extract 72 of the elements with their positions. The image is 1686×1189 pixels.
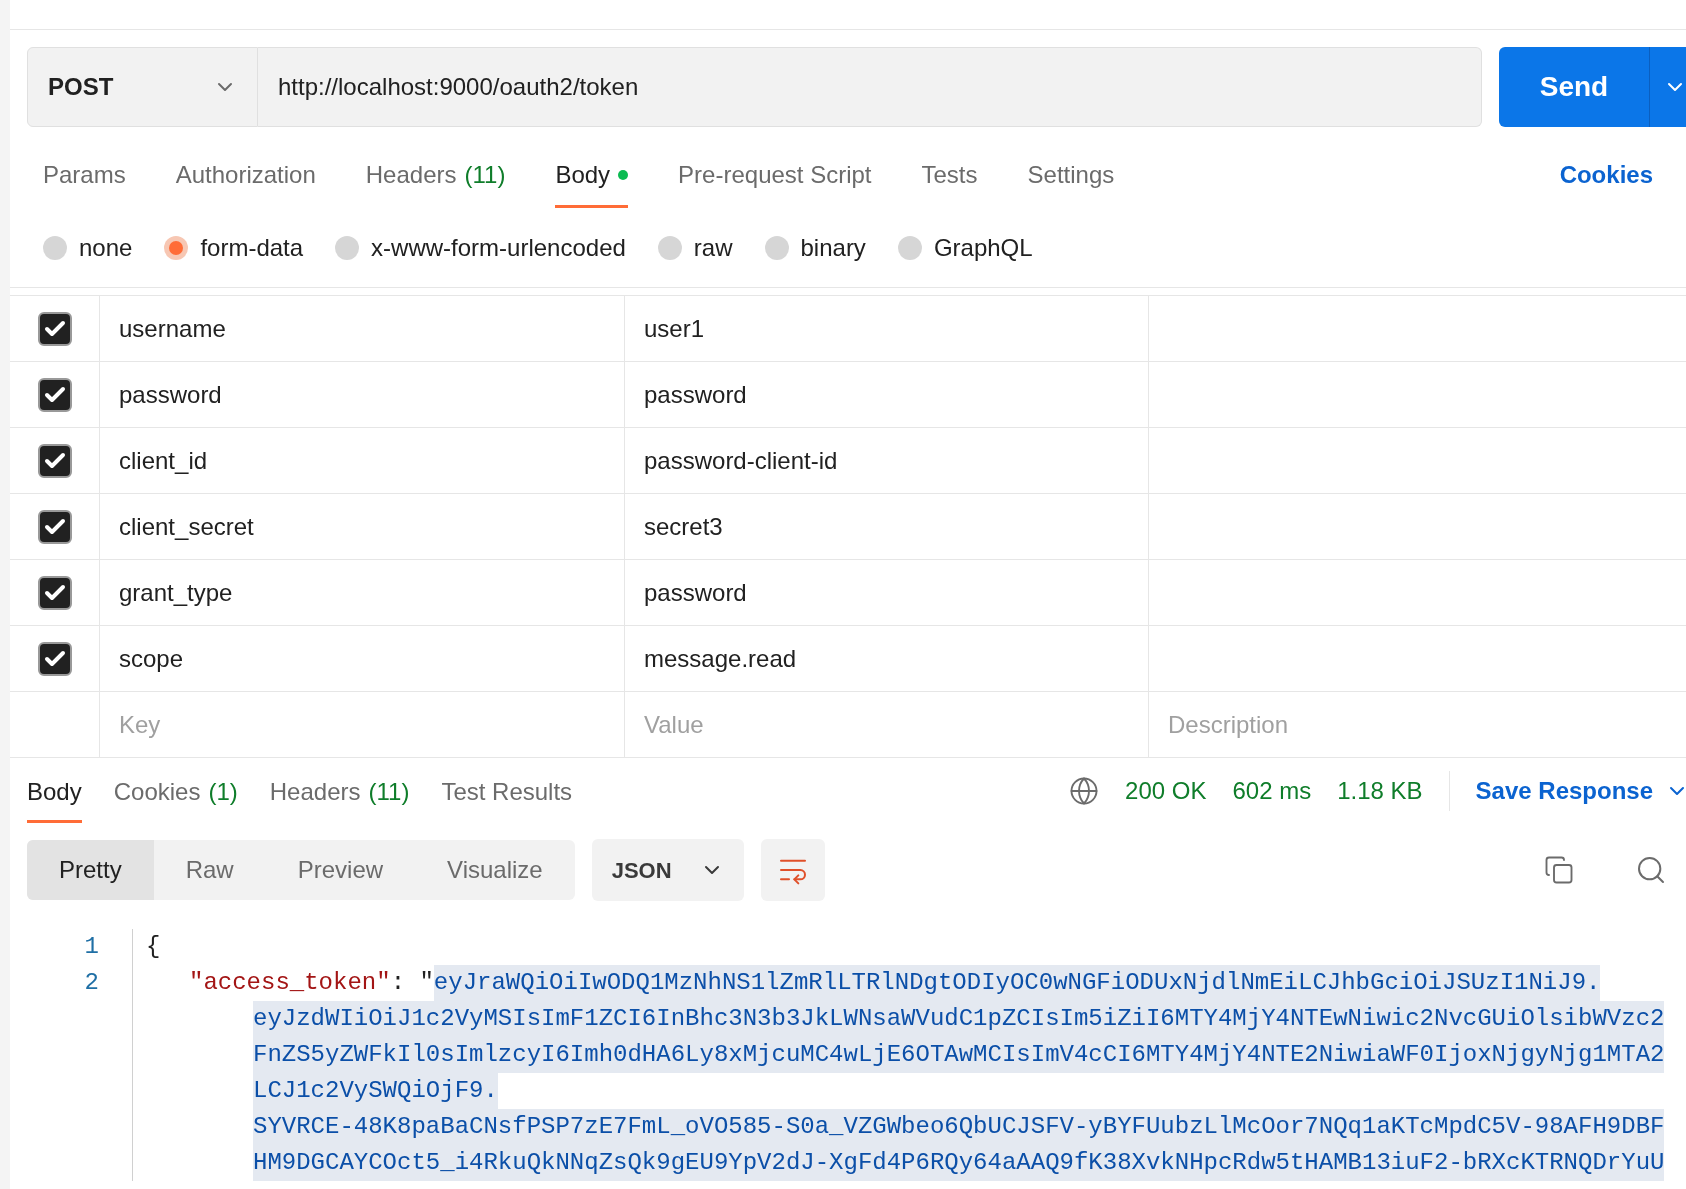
copy-icon[interactable]: [1544, 855, 1574, 885]
request-tab[interactable]: Pre-request Script: [678, 157, 872, 208]
wrap-lines-button[interactable]: [760, 839, 825, 901]
request-tab[interactable]: Settings: [1027, 157, 1115, 208]
save-response-button[interactable]: Save Response: [1475, 773, 1686, 809]
description-field[interactable]: Description: [1149, 692, 1686, 757]
param-key[interactable]: scope: [119, 640, 184, 677]
request-tab[interactable]: Tests: [921, 157, 978, 208]
checkbox[interactable]: [37, 377, 72, 412]
response-tab[interactable]: Cookies (1): [113, 774, 238, 823]
param-key[interactable]: client_id: [119, 442, 208, 479]
radio-button[interactable]: [657, 235, 682, 260]
param-value[interactable]: password-client-id: [644, 442, 838, 479]
radio-label: x-www-form-urlencoded: [371, 232, 626, 263]
param-value[interactable]: secret3: [644, 508, 723, 545]
radio-button[interactable]: [897, 235, 922, 260]
view-mode-tab[interactable]: Raw: [153, 840, 266, 900]
format-dropdown[interactable]: JSON: [591, 839, 744, 901]
value-field[interactable]: Value: [625, 692, 1148, 757]
radio-button[interactable]: [335, 235, 360, 260]
response-tab[interactable]: Test Results: [441, 774, 573, 823]
view-mode-tab[interactable]: Preview: [265, 840, 416, 900]
globe-icon[interactable]: [1069, 776, 1100, 806]
json-string: eyJzdWIiOiJ1c2VyMSIsImF1ZCI6InBhc3N3b3JkLWNsaWVudC1pZCIsIm5iZiI6MTY4MjY4NTEwNiwic2NvcGUiOlsibWVzc2: [253, 1001, 1665, 1037]
response-tab[interactable]: Headers (11): [269, 774, 410, 823]
request-tab[interactable]: Params: [43, 157, 126, 208]
cookies-link[interactable]: Cookies: [1559, 157, 1653, 208]
param-key[interactable]: password: [119, 376, 222, 413]
json-string: HM9DGCAYCOct5_i4RkuQkNNqZsQk9gEU9YpV2dJ-XgFd4P6RQy64aAAQ9fK38XvkNHpcRdw5tHAMB13iuF2-bRXcKTRNQDrYuU: [253, 1145, 1665, 1181]
checkbox[interactable]: [37, 575, 72, 610]
status-code: 200 OK: [1125, 776, 1207, 806]
response-tab[interactable]: Body: [27, 774, 82, 823]
json-string: SYVRCE-48K8paBaCNsfPSP7zE7FmL_oVO585-S0a_VZGWbeo6QbUCJSFV-yBYFUubzLlMcOor7NQq1aKTcMpdC5V-98AFH9DBF: [253, 1109, 1665, 1145]
param-value[interactable]: password: [644, 574, 747, 611]
radio-label: none: [79, 232, 133, 263]
json-brace: {: [146, 933, 161, 960]
radio-label: form-data: [200, 232, 304, 263]
param-key[interactable]: grant_type: [119, 574, 233, 611]
search-icon[interactable]: [1635, 854, 1667, 886]
checkbox[interactable]: [37, 311, 72, 346]
key-field[interactable]: Key: [100, 692, 624, 757]
json-string: LCJ1c2VySWQiOjF9.: [253, 1073, 498, 1109]
param-value[interactable]: password: [644, 376, 747, 413]
view-mode-tab[interactable]: Pretty: [27, 840, 154, 900]
radio-label: binary: [800, 232, 866, 263]
param-value[interactable]: user1: [644, 310, 705, 347]
checkbox[interactable]: [37, 509, 72, 544]
view-mode-tab[interactable]: Visualize: [415, 840, 575, 900]
url-field[interactable]: http://localhost:9000/oauth2/token: [258, 47, 1482, 127]
send-button[interactable]: Send: [1499, 47, 1649, 127]
json-string: FnZS5yZWFkIl0sImlzcyI6Imh0dHA6Ly8xMjcuMC4wLjE6OTAwMCIsImV4cCI6MTY4MjY4NTE2NiwiaWF0IjoxNjgyNjg1MTA2: [253, 1037, 1665, 1073]
line-number: 1: [83, 932, 100, 962]
param-key[interactable]: client_secret: [119, 508, 254, 545]
radio-button[interactable]: [764, 235, 789, 260]
radio-button[interactable]: [164, 235, 189, 260]
checkbox[interactable]: [37, 443, 72, 478]
response-time: 602 ms: [1232, 776, 1312, 806]
radio-label: GraphQL: [933, 232, 1033, 263]
radio-label: raw: [693, 232, 733, 263]
request-tab[interactable]: Headers (11): [365, 157, 506, 208]
radio-button[interactable]: [43, 235, 67, 260]
param-key[interactable]: username: [119, 310, 226, 347]
method-dropdown[interactable]: POST: [27, 47, 258, 127]
request-tab[interactable]: Body: [555, 157, 629, 208]
json-punctuation: : ": [390, 968, 434, 998]
json-string: eyJraWQiOiIwODQ1MzNhNS1lZmRlLTRlNDgtODIyOC0wNGFiODUxNjdlNmEiLCJhbGciOiJSUzI1NiJ9.: [433, 965, 1601, 1001]
line-number: 2: [83, 968, 100, 998]
checkbox[interactable]: [37, 641, 72, 676]
param-value[interactable]: message.read: [644, 640, 797, 677]
json-key: "access_token": [189, 965, 391, 1001]
response-size: 1.18 KB: [1337, 776, 1423, 806]
request-tab[interactable]: Authorization: [175, 157, 316, 208]
